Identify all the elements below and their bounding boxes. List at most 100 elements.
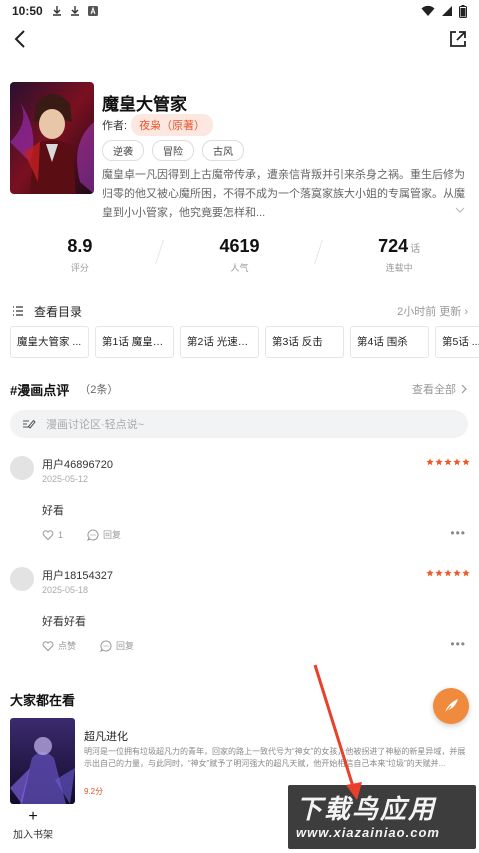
status-bar: 10:50 (0, 0, 479, 22)
comment-body: 好看 (42, 505, 64, 517)
like-label[interactable]: 点赞 (58, 639, 76, 652)
download-icon (52, 6, 61, 16)
comment-input-placeholder[interactable]: 漫画讨论区·轻点说~ (46, 416, 144, 432)
author-row: 作者: 夜枭（原著） (102, 114, 214, 136)
battery-icon (459, 4, 467, 18)
toc-label[interactable]: 查看目录 (34, 303, 82, 320)
heart-icon (42, 529, 54, 540)
genre-tag[interactable]: 逆袭 (102, 140, 144, 161)
stat-label: 评分 (70, 263, 89, 273)
add-to-shelf-button[interactable]: + 加入书架 (10, 808, 56, 842)
genre-tag[interactable]: 冒险 (152, 140, 194, 161)
recommended-title[interactable]: 超凡进化 (84, 728, 128, 744)
comment-body: 好看好看 (42, 616, 86, 628)
comment-input[interactable]: 漫画讨论区·轻点说~ (10, 410, 468, 438)
reply-label[interactable]: 回复 (116, 639, 134, 652)
book-cover[interactable] (10, 82, 94, 194)
write-comment-button[interactable] (433, 688, 469, 724)
app-notification-icon (87, 6, 98, 16)
list-icon (13, 306, 23, 316)
chapter-list: 魔皇大管家 ... 第1话 魔皇的... 第2话 光速突... 第3话 反击 第… (10, 326, 479, 358)
watermark-url: www.xiazainiao.com (296, 825, 440, 840)
recommended-cover[interactable] (10, 718, 75, 804)
comment-actions: 点赞 回复 (42, 639, 134, 652)
chapter-item[interactable]: 第1话 魔皇的... (95, 326, 174, 358)
edit-icon (23, 419, 36, 429)
like-button[interactable]: 1 (42, 529, 63, 541)
comment-actions: 1 回复 (42, 528, 121, 541)
star-icon (435, 569, 443, 577)
genre-tags: 逆袭 冒险 古风 (102, 140, 244, 161)
comment-username[interactable]: 用户18154327 (42, 567, 113, 583)
stat-label: 人气 (230, 263, 249, 273)
reply-button[interactable]: 回复 (87, 528, 121, 541)
comment-username[interactable]: 用户46896720 (42, 456, 113, 472)
top-nav (0, 26, 479, 54)
stat-unit: 话 (410, 244, 421, 255)
star-icon (444, 569, 452, 577)
share-icon[interactable] (447, 28, 469, 50)
view-all-link[interactable]: 查看全部 (412, 381, 468, 397)
heart-icon (42, 640, 54, 651)
comment-item: 用户46896720 2025-05-12 好看 1 回复 ••• (10, 456, 470, 548)
comment-bubble-icon (87, 528, 99, 541)
book-title: 魔皇大管家 (102, 95, 187, 114)
reply-label[interactable]: 回复 (103, 528, 121, 541)
comment-date: 2025-05-18 (42, 585, 89, 595)
watermark: 下载鸟应用 www.xiazainiao.com (288, 785, 476, 849)
star-icon (435, 458, 443, 466)
stat-value: 724 (378, 236, 409, 256)
author-name-chip[interactable]: 夜枭（原著） (131, 114, 214, 136)
chapter-item[interactable]: 第3话 反击 (265, 326, 344, 358)
star-icon (426, 458, 434, 466)
star-icon (444, 458, 452, 466)
more-options-icon[interactable]: ••• (450, 526, 466, 540)
like-button[interactable]: 点赞 (42, 639, 76, 652)
plus-icon: + (28, 808, 38, 825)
star-icon (462, 569, 470, 577)
like-count[interactable]: 1 (58, 530, 63, 540)
comment-item: 用户18154327 2025-05-18 好看好看 点赞 回复 ••• (10, 567, 470, 659)
wifi-icon (421, 5, 435, 16)
add-to-shelf-label[interactable]: 加入书架 (10, 826, 56, 841)
watermark-title: 下载鸟应用 (296, 794, 437, 824)
star-icon (453, 458, 461, 466)
stats-row: 8.9 评分 4619 人气 724 话 连载中 (0, 236, 479, 280)
download-icon (70, 6, 79, 16)
comments-title: #漫画点评 (10, 382, 70, 398)
toc-row[interactable]: 查看目录 2小时前 更新 › (12, 302, 468, 320)
stat-label: 连载中 (385, 263, 413, 273)
star-icon (462, 458, 470, 466)
status-time: 10:50 (12, 4, 43, 18)
comments-header: #漫画点评 （2条） 查看全部 (10, 380, 468, 398)
back-arrow-icon[interactable] (10, 28, 32, 50)
chapter-item[interactable]: 第5话 ... (435, 326, 479, 358)
chapter-item[interactable]: 第4话 围杀 (350, 326, 429, 358)
chevron-down-icon[interactable] (454, 204, 466, 216)
recommended-score: 9.2分 (84, 787, 104, 796)
book-description[interactable]: 魔皇卓一凡因得到上古魔帝传承，遭亲信背叛并引来杀身之祸。重生后修为归零的他又被心… (102, 166, 466, 223)
toc-update-text: 2小时前 更新 (397, 306, 462, 318)
rating-stars (426, 569, 470, 577)
chapter-item[interactable]: 魔皇大管家 ... (10, 326, 89, 358)
avatar[interactable] (10, 456, 34, 480)
recommended-description: 明河是一位拥有垃圾超凡力的青年，回家的路上一致代号为“神女”的女孩，他被拐进了神… (84, 747, 466, 768)
stat-rating: 8.9 评分 (0, 236, 164, 280)
book-info: 魔皇大管家 作者: 夜枭（原著） 逆袭 冒险 古风 魔皇卓一凡因得到上古魔帝传承… (10, 82, 470, 219)
section-title-watching: 大家都在看 (10, 693, 76, 708)
star-icon (426, 569, 434, 577)
stat-value: 8.9 (67, 236, 93, 256)
comments-count: （2条） (79, 384, 119, 396)
avatar[interactable] (10, 567, 34, 591)
reply-button[interactable]: 回复 (100, 639, 134, 652)
comment-date: 2025-05-12 (42, 474, 89, 484)
chapter-item[interactable]: 第2话 光速突... (180, 326, 259, 358)
comment-bubble-icon (100, 639, 112, 652)
view-all-label[interactable]: 查看全部 (412, 381, 456, 397)
genre-tag[interactable]: 古风 (202, 140, 244, 161)
stat-chapters: 724 话 连载中 (319, 236, 479, 280)
star-icon (453, 569, 461, 577)
more-options-icon[interactable]: ••• (450, 637, 466, 651)
stat-popularity: 4619 人气 (160, 236, 324, 280)
toc-update-time: 2小时前 更新 › (397, 306, 468, 318)
